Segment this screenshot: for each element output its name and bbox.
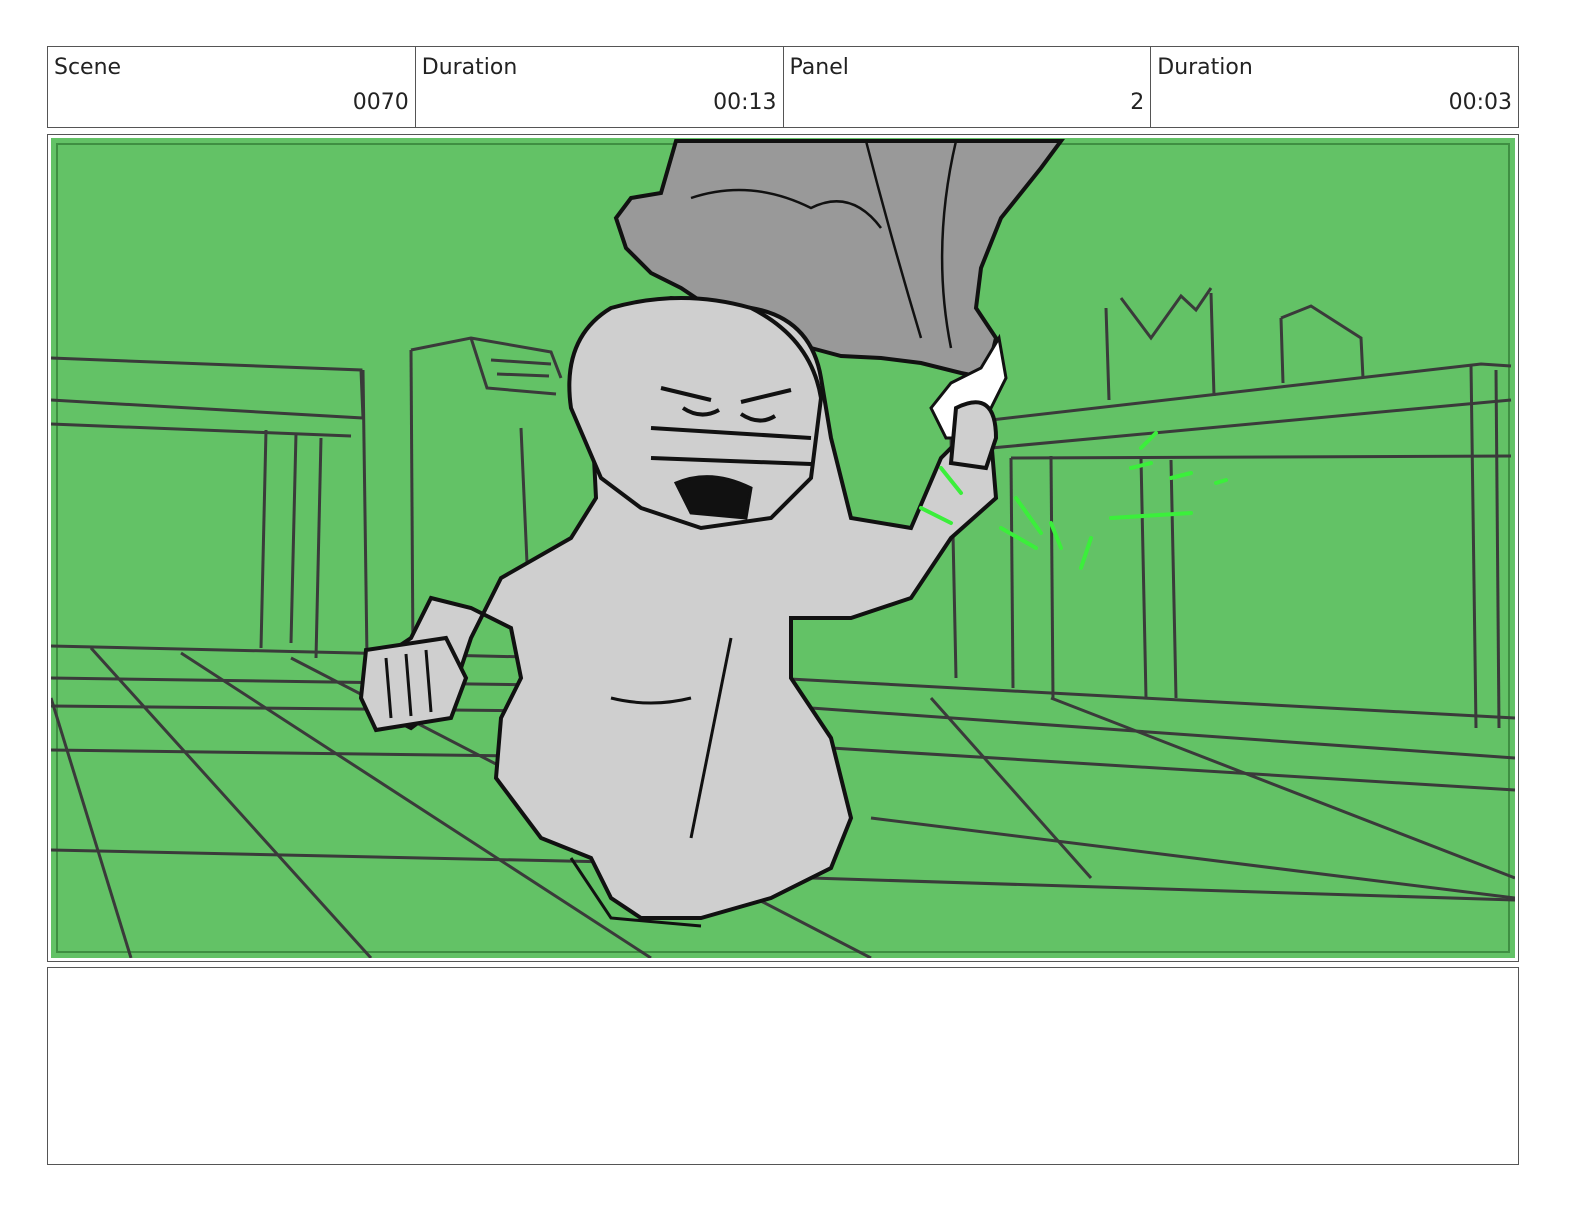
scene-value[interactable]: 0070 (353, 90, 409, 115)
panel-cell: Panel 2 (784, 47, 1152, 127)
storyboard-sketch (51, 138, 1515, 958)
scene-duration-value[interactable]: 00:13 (713, 90, 776, 115)
panel-label: Panel (789, 55, 849, 80)
panel-duration-label: Duration (1157, 55, 1253, 80)
storyboard-panel-frame[interactable] (47, 134, 1519, 962)
scene-duration-cell: Duration 00:13 (416, 47, 784, 127)
panel-value[interactable]: 2 (1130, 90, 1144, 115)
panel-duration-value[interactable]: 00:03 (1449, 90, 1512, 115)
panel-notes-box[interactable] (47, 967, 1519, 1165)
panel-duration-cell: Duration 00:03 (1151, 47, 1518, 127)
raised-fist (948, 400, 999, 471)
lower-fist (358, 635, 469, 733)
scene-duration-label: Duration (421, 55, 518, 80)
scene-label: Scene (54, 55, 122, 80)
scene-cell: Scene 0070 (48, 47, 416, 127)
panel-info-header: Scene 0070 Duration 00:13 Panel 2 Durati… (47, 46, 1519, 128)
